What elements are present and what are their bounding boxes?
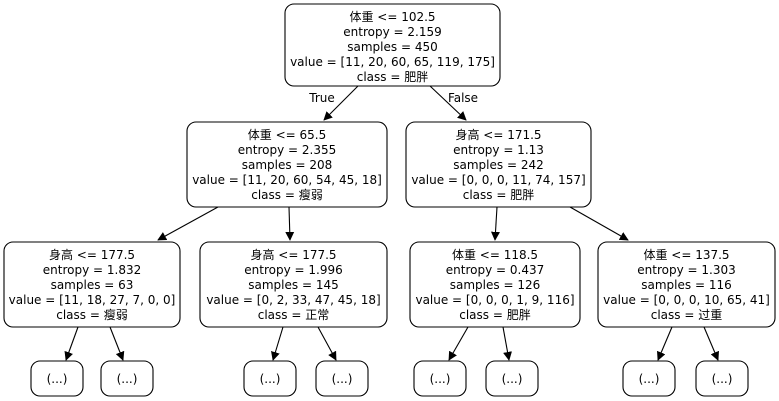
ellipsis-text: (...)	[260, 372, 281, 386]
node-entropy-text: entropy = 0.437	[446, 263, 544, 277]
node-entropy-text: entropy = 1.303	[637, 263, 735, 277]
tree-leaf-truncated: (...)	[695, 360, 749, 397]
node-value-text: value = [0, 2, 33, 47, 45, 18]	[206, 293, 380, 307]
edge-rl-leaf2	[502, 326, 512, 361]
node-value-text: value = [0, 0, 0, 10, 65, 41]	[603, 293, 770, 307]
node-samples-text: samples = 126	[450, 278, 540, 292]
node-value-text: value = [0, 0, 0, 1, 9, 116]	[415, 293, 574, 307]
false-edge-label: False	[448, 91, 478, 105]
node-value-text: value = [11, 20, 60, 54, 45, 18]	[192, 173, 382, 187]
node-samples-text: samples = 242	[453, 158, 543, 172]
node-class-text: class = 肥胖	[463, 188, 534, 202]
ellipsis-text: (...)	[332, 372, 353, 386]
tree-leaf-truncated: (...)	[100, 360, 154, 397]
tree-node-ll: 身高 <= 177.5 entropy = 1.832 samples = 63…	[3, 241, 181, 328]
ellipsis-text: (...)	[47, 372, 68, 386]
node-split-text: 体重 <= 118.5	[452, 248, 538, 262]
node-class-text: class = 瘦弱	[251, 187, 322, 202]
node-value-text: value = [0, 0, 0, 11, 74, 157]	[411, 173, 585, 187]
ellipsis-text: (...)	[117, 372, 138, 386]
node-split-text: 身高 <= 177.5	[49, 247, 135, 262]
tree-node-rr: 体重 <= 137.5 entropy = 1.303 samples = 11…	[597, 241, 776, 328]
edge-right-rr	[569, 206, 629, 241]
node-class-text: class = 肥胖	[459, 308, 530, 322]
node-entropy-text: entropy = 2.159	[343, 25, 441, 39]
node-samples-text: samples = 63	[51, 278, 134, 292]
tree-leaf-truncated: (...)	[315, 360, 369, 397]
edge-lr-leaf2	[317, 326, 337, 361]
tree-node-rl: 体重 <= 118.5 entropy = 0.437 samples = 12…	[409, 241, 581, 328]
node-split-text: 身高 <= 171.5	[455, 127, 541, 142]
edge-ll-leaf2	[109, 326, 125, 361]
tree-leaf-truncated: (...)	[622, 360, 676, 397]
tree-leaf-truncated: (...)	[413, 360, 467, 397]
edge-lr-leaf1	[271, 326, 284, 361]
edge-left-ll	[157, 206, 219, 241]
tree-node-lr: 身高 <= 177.5 entropy = 1.996 samples = 14…	[199, 241, 388, 328]
node-split-text: 身高 <= 177.5	[250, 247, 336, 262]
node-class-text: class = 瘦弱	[56, 307, 127, 322]
node-class-text: class = 过重	[651, 308, 722, 322]
ellipsis-text: (...)	[430, 372, 451, 386]
node-split-text: 体重 <= 102.5	[349, 10, 435, 24]
ellipsis-text: (...)	[502, 372, 523, 386]
node-entropy-text: entropy = 1.996	[244, 263, 342, 277]
node-split-text: 体重 <= 137.5	[643, 248, 729, 262]
node-samples-text: samples = 450	[347, 40, 437, 54]
node-class-text: class = 正常	[258, 308, 329, 322]
node-entropy-text: entropy = 1.13	[453, 143, 544, 157]
node-value-text: value = [11, 18, 27, 7, 0, 0]	[9, 293, 176, 307]
tree-node-left: 体重 <= 65.5 entropy = 2.355 samples = 208…	[186, 121, 388, 208]
node-entropy-text: entropy = 1.832	[43, 263, 141, 277]
node-samples-text: samples = 116	[641, 278, 731, 292]
tree-leaf-truncated: (...)	[485, 360, 539, 397]
tree-node-right: 身高 <= 171.5 entropy = 1.13 samples = 242…	[405, 121, 592, 208]
tree-leaf-truncated: (...)	[243, 360, 297, 397]
ellipsis-text: (...)	[712, 372, 733, 386]
edge-left-lr	[285, 206, 295, 241]
true-edge-label: True	[308, 91, 335, 105]
node-samples-text: samples = 208	[242, 158, 332, 172]
node-entropy-text: entropy = 2.355	[238, 143, 336, 157]
node-samples-text: samples = 145	[248, 278, 338, 292]
node-class-text: class = 肥胖	[357, 70, 428, 84]
node-value-text: value = [11, 20, 60, 65, 119, 175]	[290, 55, 495, 69]
edge-right-rl	[490, 206, 500, 241]
tree-leaf-truncated: (...)	[30, 360, 84, 397]
decision-tree-diagram: True False 体重 <= 102.5 entropy = 2.159 s…	[3, 3, 776, 397]
node-split-text: 体重 <= 65.5	[248, 128, 326, 142]
edge-ll-leaf1	[64, 326, 79, 361]
tree-node-root: 体重 <= 102.5 entropy = 2.159 samples = 45…	[284, 3, 501, 87]
edge-rr-leaf1	[657, 326, 673, 361]
edge-rl-leaf1	[448, 326, 469, 361]
edge-rr-leaf2	[703, 326, 719, 361]
ellipsis-text: (...)	[639, 372, 660, 386]
